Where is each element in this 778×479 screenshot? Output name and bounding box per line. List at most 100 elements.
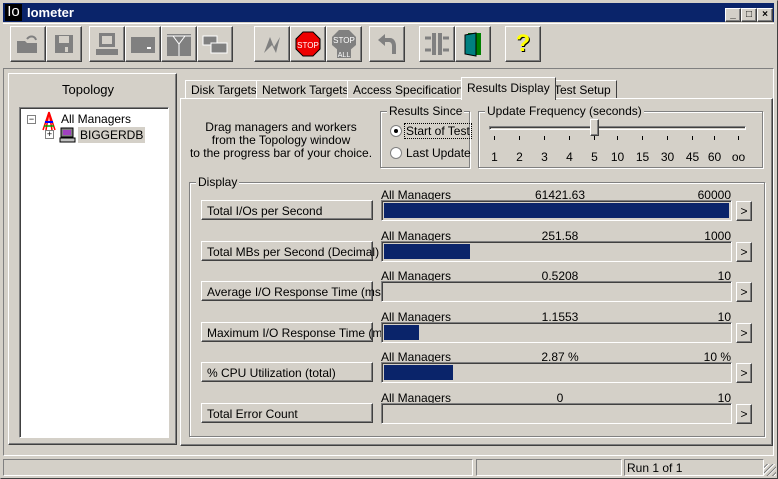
new-network-worker-button[interactable] bbox=[161, 26, 197, 62]
progress-fill bbox=[384, 243, 471, 259]
svg-text:STOP: STOP bbox=[333, 36, 355, 45]
result-type-button[interactable]: Total MBs per Second (Decimal) bbox=[201, 240, 379, 261]
progress-fill bbox=[384, 203, 729, 218]
more-button[interactable]: > bbox=[736, 201, 752, 221]
slider-tick-label: 45 bbox=[685, 150, 700, 164]
duplicate-worker-button[interactable] bbox=[197, 26, 233, 62]
status-pane-1 bbox=[3, 459, 473, 476]
tree-item-biggerdb[interactable]: BIGGERDB bbox=[78, 127, 146, 143]
radio-last-update[interactable] bbox=[390, 147, 402, 159]
radio-label-last-update[interactable]: Last Update bbox=[406, 146, 471, 160]
maximize-button[interactable]: □ bbox=[741, 8, 757, 22]
disconnect-button[interactable] bbox=[419, 26, 455, 62]
result-progress-bar[interactable] bbox=[381, 281, 732, 303]
result-progress-bar[interactable] bbox=[381, 403, 732, 424]
stop-all-button[interactable]: STOP ALL bbox=[326, 26, 362, 62]
topology-tree[interactable]: − All Managers + BIGGERDB bbox=[19, 107, 169, 438]
status-pane-2 bbox=[476, 459, 622, 476]
resize-grip-icon[interactable] bbox=[764, 464, 776, 476]
help-question-icon: ? bbox=[515, 30, 531, 57]
radio-start-of-test[interactable] bbox=[390, 125, 402, 137]
more-button[interactable]: > bbox=[736, 404, 752, 424]
results-since-title: Results Since bbox=[387, 104, 465, 118]
save-button[interactable] bbox=[46, 26, 82, 62]
stop-button[interactable]: STOP bbox=[290, 26, 326, 62]
frequency-slider-track[interactable] bbox=[489, 126, 746, 130]
tab-access-specifications[interactable]: Access Specifications bbox=[347, 80, 476, 99]
slider-tick-label: 30 bbox=[660, 150, 675, 164]
start-tests-button[interactable] bbox=[254, 26, 290, 62]
more-button[interactable]: > bbox=[736, 241, 752, 262]
floppy-disk-icon bbox=[55, 35, 73, 53]
slider-tick bbox=[642, 136, 643, 140]
result-type-button[interactable]: Total I/Os per Second bbox=[201, 200, 373, 220]
result-progress-bar[interactable] bbox=[381, 200, 732, 221]
expand-toggle[interactable]: + bbox=[45, 130, 54, 139]
window-title: Iometer bbox=[27, 5, 74, 20]
start-flag-icon bbox=[264, 37, 280, 53]
app-logo-icon: Io bbox=[5, 4, 22, 21]
result-type-button[interactable]: % CPU Utilization (total) bbox=[201, 362, 373, 383]
display-title: Display bbox=[196, 175, 240, 189]
frequency-slider-thumb[interactable] bbox=[590, 119, 599, 136]
instructions-line: to the progress bar of your choice. bbox=[189, 146, 373, 160]
manager-computer-icon bbox=[59, 127, 76, 143]
network-worker-icon bbox=[167, 34, 191, 56]
disk-worker-icon bbox=[131, 37, 155, 53]
exit-button[interactable] bbox=[455, 26, 491, 62]
update-frequency-title: Update Frequency (seconds) bbox=[485, 104, 644, 118]
more-button[interactable]: > bbox=[736, 363, 752, 384]
stop-sign-icon: STOP bbox=[295, 31, 321, 57]
result-progress-bar[interactable] bbox=[381, 321, 732, 343]
result-type-button[interactable]: Average I/O Response Time (ms) bbox=[201, 281, 385, 302]
slider-tick bbox=[594, 136, 595, 140]
slider-tick bbox=[667, 136, 668, 140]
slider-tick bbox=[714, 136, 715, 140]
about-button[interactable]: ? bbox=[505, 26, 541, 62]
slider-tick-label: 10 bbox=[610, 150, 625, 164]
result-progress-bar[interactable] bbox=[381, 240, 732, 262]
minimize-button[interactable]: _ bbox=[725, 8, 741, 22]
slider-tick bbox=[519, 136, 520, 140]
slider-tick bbox=[494, 136, 495, 140]
progress-fill bbox=[384, 365, 453, 381]
folder-open-icon bbox=[17, 35, 37, 53]
exit-door-icon bbox=[464, 32, 481, 57]
slider-tick bbox=[544, 136, 545, 140]
new-disk-worker-button[interactable] bbox=[125, 26, 161, 62]
computer-icon bbox=[96, 33, 118, 55]
slider-tick-label: 5 bbox=[591, 150, 598, 164]
disconnect-icon bbox=[425, 33, 449, 55]
slider-tick-label: 1 bbox=[491, 150, 498, 164]
slider-tick-label: 15 bbox=[635, 150, 650, 164]
svg-text:ALL: ALL bbox=[338, 52, 351, 59]
collapse-toggle[interactable]: − bbox=[27, 115, 36, 124]
close-button[interactable]: × bbox=[757, 8, 773, 22]
radio-label-start-of-test[interactable]: Start of Test bbox=[404, 123, 472, 139]
undo-arrow-icon bbox=[378, 34, 396, 54]
tree-item-all-managers[interactable]: All Managers bbox=[61, 112, 131, 126]
result-progress-bar[interactable] bbox=[381, 362, 732, 384]
more-button[interactable]: > bbox=[736, 282, 752, 303]
open-button[interactable] bbox=[10, 26, 46, 62]
title-bar: Io Iometer _ □ × bbox=[3, 3, 774, 22]
slider-tick bbox=[692, 136, 693, 140]
new-manager-button[interactable] bbox=[89, 26, 125, 62]
svg-text:STOP: STOP bbox=[297, 41, 319, 50]
stop-all-icon: STOP ALL bbox=[332, 30, 356, 59]
result-type-button[interactable]: Maximum I/O Response Time (ms) bbox=[201, 321, 392, 342]
progress-fill bbox=[384, 324, 419, 340]
tab-network-targets[interactable]: Network Targets bbox=[256, 80, 355, 99]
topology-title: Topology bbox=[62, 82, 115, 97]
more-button[interactable]: > bbox=[736, 322, 752, 343]
tab-test-setup[interactable]: Test Setup bbox=[548, 80, 617, 99]
tab-results-display[interactable]: Results Display bbox=[461, 77, 556, 100]
status-run-count: Run 1 of 1 bbox=[624, 459, 764, 476]
result-type-button[interactable]: Total Error Count bbox=[201, 403, 373, 423]
slider-tick-label: 2 bbox=[516, 150, 523, 164]
reset-workers-button[interactable] bbox=[369, 26, 405, 62]
slider-tick bbox=[738, 136, 739, 140]
slider-tick-label: 4 bbox=[566, 150, 573, 164]
tab-disk-targets[interactable]: Disk Targets bbox=[185, 80, 263, 99]
slider-tick-label: 60 bbox=[707, 150, 722, 164]
